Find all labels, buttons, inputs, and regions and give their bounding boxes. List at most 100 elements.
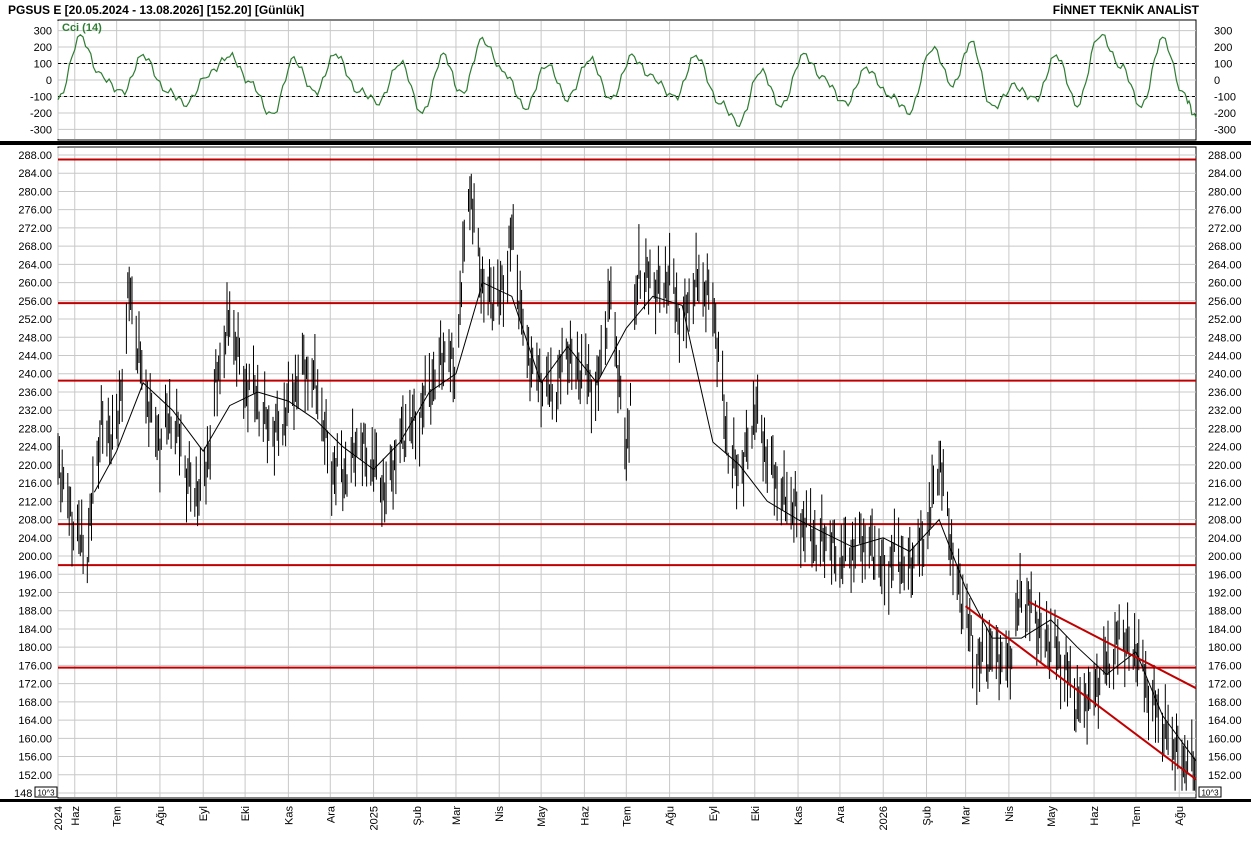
x-tick-label: Kas [793,806,805,825]
price-tick-label-left: 172.00 [18,679,52,691]
price-tick-label-left: 168.00 [18,697,52,709]
cci-tick-label-right: -300 [1214,124,1236,136]
bottom-separator [0,799,1251,802]
price-tick-label-left: 272.00 [18,223,52,235]
price-tick-label-left: 224.00 [18,442,52,454]
scale-badge-label: 10^3 [37,789,55,798]
x-tick-label: Nis [494,806,506,822]
price-tick-label-left: 228.00 [18,423,52,435]
price-tick-label-right: 196.00 [1208,569,1242,581]
cci-tick-label-right: 200 [1214,42,1232,54]
x-axis: 2024 Haz Tem Ağu Eyl Eki Kas Ara 2025 Şub Mar Nis Ma… [53,805,1186,830]
chart-canvas: PGSUS E [20.05.2024 - 13.08.2026] [152.2… [0,2,1251,830]
x-tick-label: Nis [1004,806,1016,822]
price-tick-label-right: 276.00 [1208,205,1242,217]
cci-tick-label-right: 0 [1214,75,1220,87]
x-tick-label: Eyl [708,806,720,821]
price-tick-label-right: 232.00 [1208,405,1242,417]
x-tick-label: May [1046,806,1058,827]
price-tick-label-right: 272.00 [1208,223,1242,235]
price-tick-label-left: 264.00 [18,259,52,271]
price-tick-label-left: 240.00 [18,369,52,381]
price-tick-label-left: 180.00 [18,642,52,654]
price-tick-label-right: 212.00 [1208,496,1242,508]
price-tick-label-right: 240.00 [1208,369,1242,381]
price-tick-label-left: 236.00 [18,387,52,399]
price-tick-label-right: 184.00 [1208,624,1242,636]
price-tick-label-right: 168.00 [1208,697,1242,709]
price-tick-label-right: 260.00 [1208,278,1242,290]
x-tick-label: Eki [240,806,252,821]
cci-tick-label-left: -100 [30,91,52,103]
price-tick-label-right: 252.00 [1208,314,1242,326]
x-tick-label: May [536,806,548,827]
price-tick-label-right: 264.00 [1208,259,1242,271]
x-tick-label: Ağu [665,806,677,826]
cci-tick-label-left: -200 [30,108,52,120]
x-tick-label: Şub [922,806,934,826]
x-tick-label: Ara [835,805,847,823]
price-tick-label-right: 172.00 [1208,679,1242,691]
price-tick-label-left: 268.00 [18,241,52,253]
price-tick-label-left: 152.00 [18,770,52,782]
price-tick-label-left: 260.00 [18,278,52,290]
x-tick-label: 2024 [53,806,65,830]
price-tick-label-right: 244.00 [1208,351,1242,363]
price-tick-label-right: 152.00 [1208,770,1242,782]
x-tick-label: Ara [325,805,337,823]
x-tick-label: Mar [961,806,973,825]
x-tick-label: Haz [70,806,82,826]
price-tick-label-right: 224.00 [1208,442,1242,454]
price-tick-label-right: 156.00 [1208,752,1242,764]
price-tick-label-left: 256.00 [18,296,52,308]
x-tick-label: Tem [1131,806,1143,827]
panel-separator [0,141,1251,145]
cci-title: Cci (14) [62,22,102,34]
price-tick-label-right: 208.00 [1208,515,1242,527]
cci-tick-label-left: -300 [30,124,52,136]
price-tick-label-left: 176.00 [18,660,52,672]
price-tick-label-right: 228.00 [1208,423,1242,435]
price-tick-label-left: 208.00 [18,515,52,527]
price-tick-label-left: 244.00 [18,351,52,363]
price-tick-label-right: 180.00 [1208,642,1242,654]
price-tick-label-left: 200.00 [18,551,52,563]
x-tick-label: Tem [112,806,124,827]
chart-header-left: PGSUS E [20.05.2024 - 13.08.2026] [152.2… [8,3,304,17]
price-tick-label-left: 188.00 [18,606,52,618]
x-tick-label: Mar [451,806,463,825]
price-tick-label-left: 232.00 [18,405,52,417]
price-tick-label-right: 204.00 [1208,533,1242,545]
cci-panel: 300 300 200 200 100 100 0 0 -100 -100 -200 -200 -300… [30,19,1236,141]
price-tick-label-right: 164.00 [1208,715,1242,727]
price-tick-label-left: 192.00 [18,587,52,599]
x-tick-label: Haz [1089,806,1101,826]
price-tick-label-right: 236.00 [1208,387,1242,399]
price-tick-label-left: 184.00 [18,624,52,636]
cci-tick-label-right: -100 [1214,91,1236,103]
price-tick-label-left: 212.00 [18,496,52,508]
price-tick-label-left: 248.00 [18,332,52,344]
price-plot-area [57,146,1197,799]
price-tick-label-left: 216.00 [18,478,52,490]
cci-tick-label-left: 200 [34,42,52,54]
price-tick-label-left: 164.00 [18,715,52,727]
price-tick-label-left: 276.00 [18,205,52,217]
price-tick-label-left: 204.00 [18,533,52,545]
x-tick-label: Ağu [1174,806,1186,826]
price-tick-label-left: 220.00 [18,460,52,472]
price-tick-label-right: 284.00 [1208,168,1242,180]
cci-tick-label-left: 100 [34,59,52,71]
price-tick-label-right: 288.00 [1208,150,1242,162]
price-tick-label-right: 200.00 [1208,551,1242,563]
scale-badge-label: 10^3 [1201,789,1219,798]
price-tick-label-right: 216.00 [1208,478,1242,490]
price-tick-label-left: 284.00 [18,168,52,180]
price-tick-label-left: 148 [14,788,32,800]
price-tick-label-right: 248.00 [1208,332,1242,344]
price-tick-label-left: 280.00 [18,186,52,198]
chart-header-right: FİNNET TEKNİK ANALİST [1053,2,1200,17]
x-tick-label: Şub [412,806,424,826]
cci-tick-label-left: 300 [34,26,52,38]
price-tick-label-left: 288.00 [18,150,52,162]
